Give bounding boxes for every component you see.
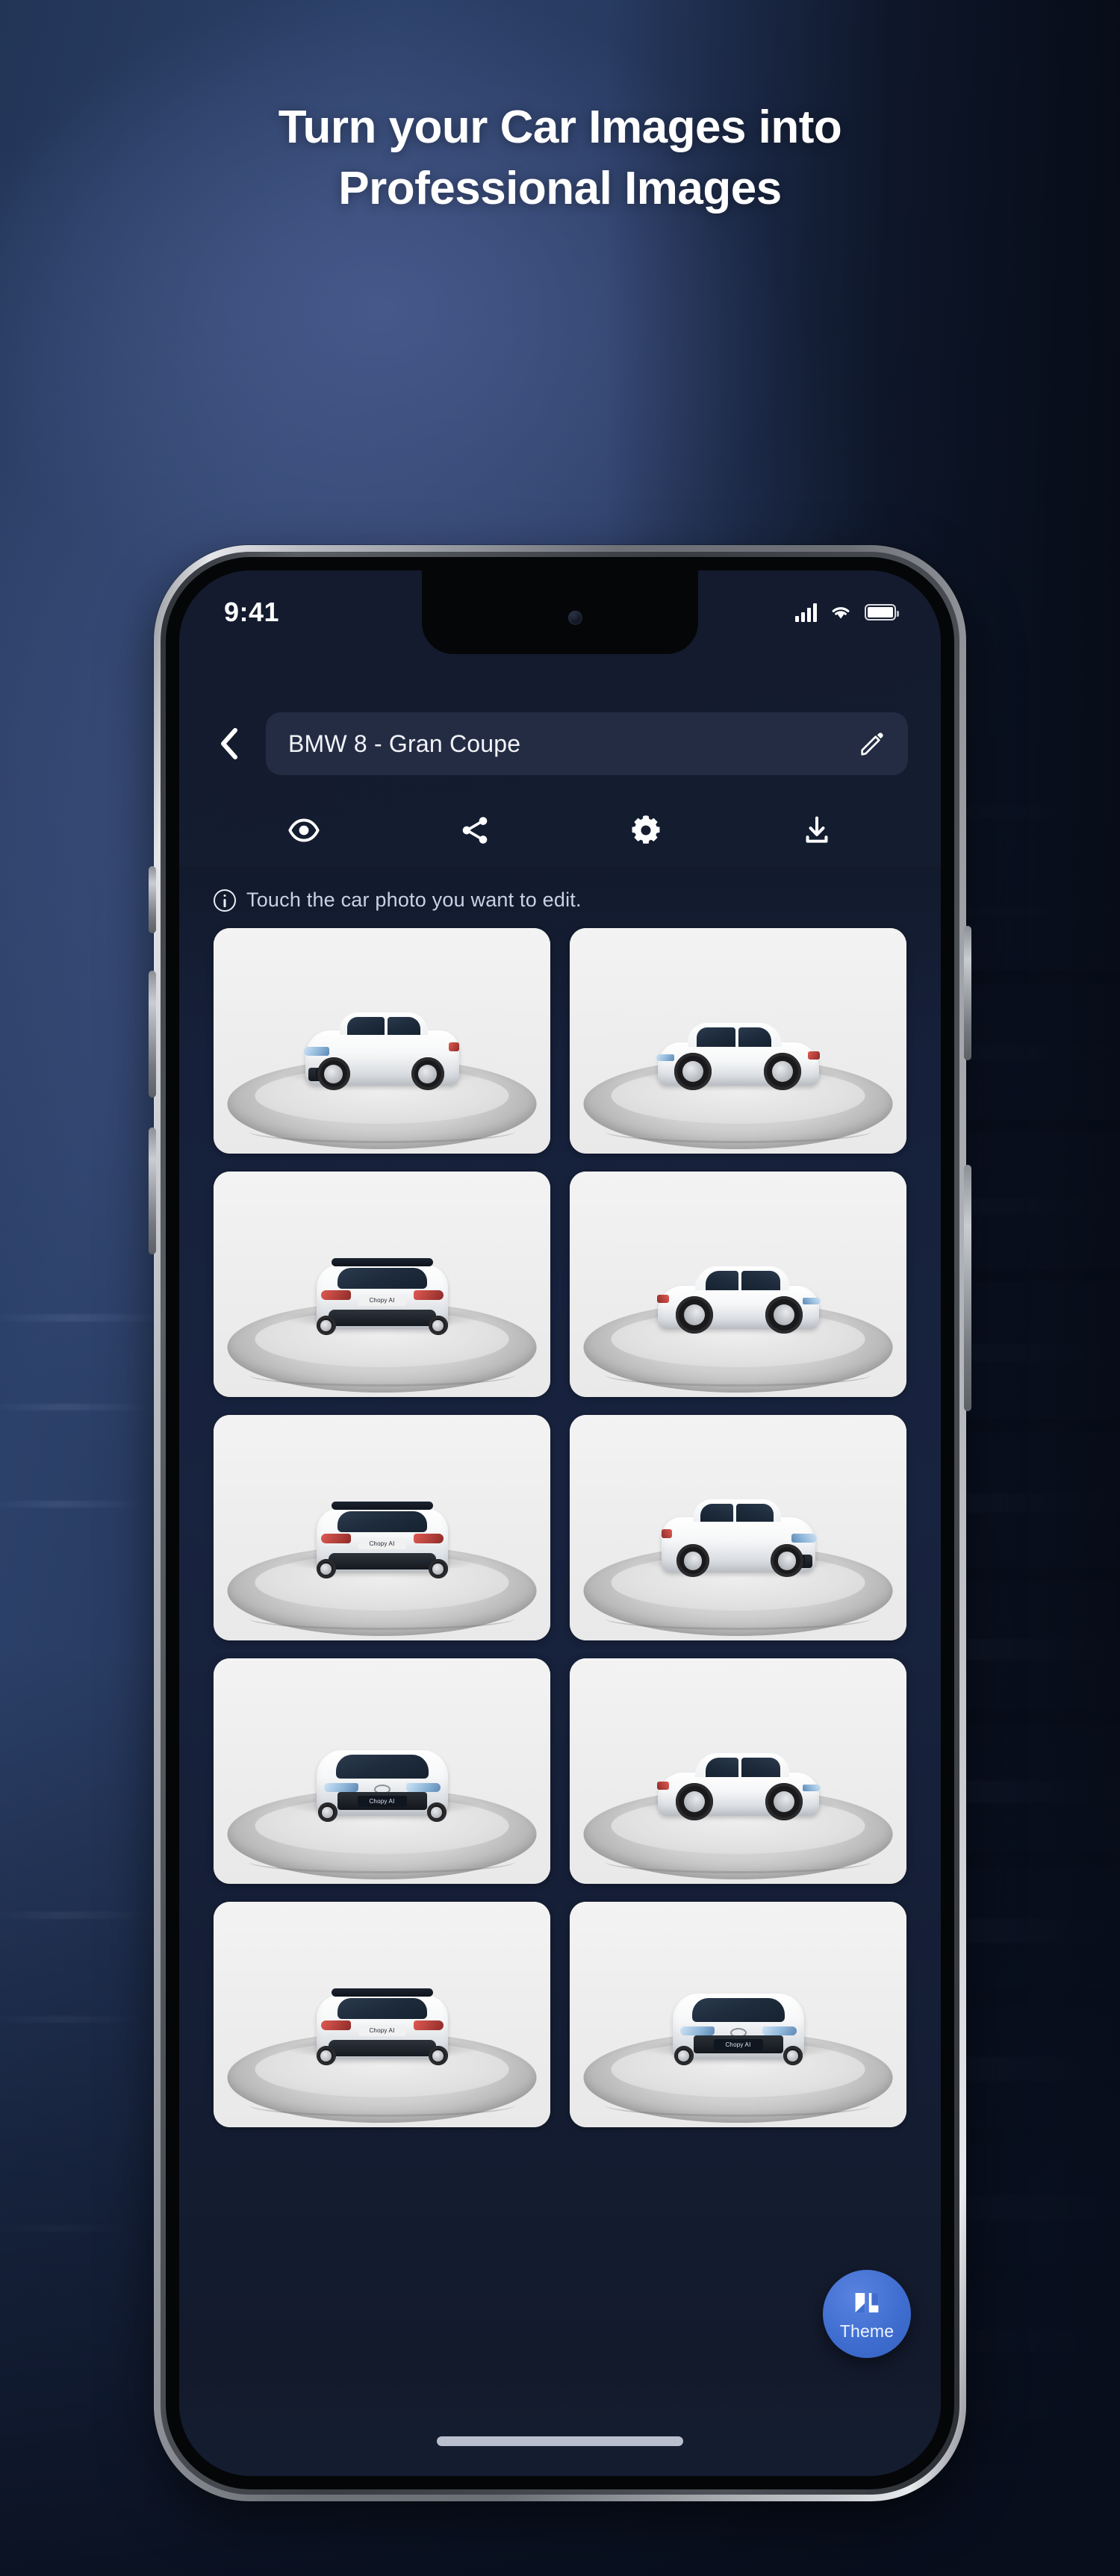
phone-screen: 9:41 BMW 8 - Gran Coupe Touch the car ph… <box>179 570 941 2476</box>
page-headline: Turn your Car Images into Professional I… <box>0 105 1120 212</box>
signal-bars-icon <box>795 603 817 622</box>
power-button[interactable] <box>964 926 971 1060</box>
photo-thumbnail[interactable] <box>570 928 906 1154</box>
car-photo-scene: Chopy AI <box>214 1658 550 1884</box>
license-plate: Chopy AI <box>357 1796 407 1808</box>
app-header: BMW 8 - Gran Coupe <box>179 654 941 775</box>
toolbar-share-button[interactable] <box>389 814 560 847</box>
info-icon <box>214 889 236 912</box>
share-icon <box>462 817 487 844</box>
photo-grid: Chopy AI Chopy AI Chopy AI Chopy AI Chop… <box>179 928 941 2127</box>
toolbar-settings-button[interactable] <box>560 813 731 847</box>
download-icon <box>806 816 827 843</box>
car-image: Chopy AI <box>316 1502 448 1579</box>
gear-icon <box>632 815 659 844</box>
theme-compare-icon <box>855 2292 879 2312</box>
license-plate: Chopy AI <box>358 1538 406 1550</box>
photo-thumbnail[interactable]: Chopy AI <box>570 1902 906 2127</box>
photo-thumbnail[interactable]: Chopy AI <box>214 1172 550 1397</box>
license-plate-text: Chopy AI <box>369 1798 395 1805</box>
volume-up-button[interactable] <box>149 971 156 1098</box>
content-bottom-fade <box>179 2377 941 2476</box>
toolbar-preview-button[interactable] <box>218 814 389 847</box>
photo-thumbnail[interactable]: Chopy AI <box>214 928 550 1154</box>
car-photo-scene: Chopy AI <box>570 1902 906 2127</box>
secondary-right-button[interactable] <box>964 1165 971 1411</box>
car-image <box>656 1753 821 1821</box>
photo-thumbnail[interactable]: Chopy AI <box>570 1415 906 1640</box>
photo-thumbnail[interactable] <box>570 1658 906 1884</box>
license-plate-text: Chopy AI <box>369 1540 395 1548</box>
car-photo-scene: Chopy AI <box>214 1172 550 1397</box>
gallery-content: Touch the car photo you want to edit. Ch… <box>179 866 941 2476</box>
car-image: Chopy AI <box>316 1988 448 2066</box>
car-image: Chopy AI <box>303 1012 459 1091</box>
status-bar-indicators <box>795 603 899 622</box>
edit-hint: Touch the car photo you want to edit. <box>179 866 941 928</box>
photo-thumbnail[interactable]: Chopy AI <box>214 1902 550 2127</box>
car-image: Chopy AI <box>661 1499 817 1578</box>
volume-down-button[interactable] <box>149 1127 156 1254</box>
car-photo-scene: Chopy AI <box>570 1415 906 1640</box>
license-plate-text: Chopy AI <box>369 1297 395 1304</box>
license-plate: Chopy AI <box>713 2039 763 2051</box>
phone-mockup: 9:41 BMW 8 - Gran Coupe Touch the car ph… <box>149 545 971 2501</box>
car-image: Chopy AI <box>316 1750 448 1823</box>
license-plate: Chopy AI <box>358 2025 406 2037</box>
mute-switch[interactable] <box>149 866 156 933</box>
headline-line-1: Turn your Car Images into <box>278 102 842 153</box>
front-camera-icon <box>568 611 583 625</box>
license-plate: Chopy AI <box>358 1295 406 1307</box>
car-image <box>656 1023 820 1091</box>
car-photo-scene <box>570 1172 906 1397</box>
phone-notch <box>422 570 698 654</box>
theme-fab-label: Theme <box>839 2321 895 2341</box>
car-image <box>656 1266 821 1334</box>
car-photo-scene <box>570 1658 906 1884</box>
car-name-value[interactable]: BMW 8 - Gran Coupe <box>288 730 848 758</box>
toolbar-download-button[interactable] <box>731 814 902 847</box>
car-photo-scene <box>570 928 906 1154</box>
car-image: Chopy AI <box>672 1994 804 2066</box>
car-photo-scene: Chopy AI <box>214 1415 550 1640</box>
car-image: Chopy AI <box>316 1258 448 1336</box>
home-indicator[interactable] <box>437 2436 683 2446</box>
license-plate-text: Chopy AI <box>369 2027 395 2035</box>
photo-thumbnail[interactable]: Chopy AI <box>214 1658 550 1884</box>
theme-fab-button[interactable]: Theme <box>823 2270 911 2358</box>
photo-thumbnail[interactable] <box>570 1172 906 1397</box>
edit-name-button[interactable] <box>857 729 887 759</box>
photo-thumbnail[interactable]: Chopy AI <box>214 1415 550 1640</box>
pencil-icon <box>861 732 883 756</box>
car-photo-scene: Chopy AI <box>214 1902 550 2127</box>
eye-icon <box>287 818 320 842</box>
status-bar-time: 9:41 <box>224 597 280 627</box>
license-plate-text: Chopy AI <box>725 2041 751 2049</box>
battery-icon <box>865 604 899 620</box>
car-photo-scene: Chopy AI <box>214 928 550 1154</box>
edit-hint-text: Touch the car photo you want to edit. <box>246 889 582 911</box>
car-name-field[interactable]: BMW 8 - Gran Coupe <box>266 712 908 775</box>
headline-line-2: Professional Images <box>338 163 782 214</box>
wifi-icon <box>832 607 850 619</box>
back-button[interactable] <box>212 727 246 761</box>
app-toolbar <box>179 794 941 866</box>
chevron-left-icon <box>221 728 237 759</box>
